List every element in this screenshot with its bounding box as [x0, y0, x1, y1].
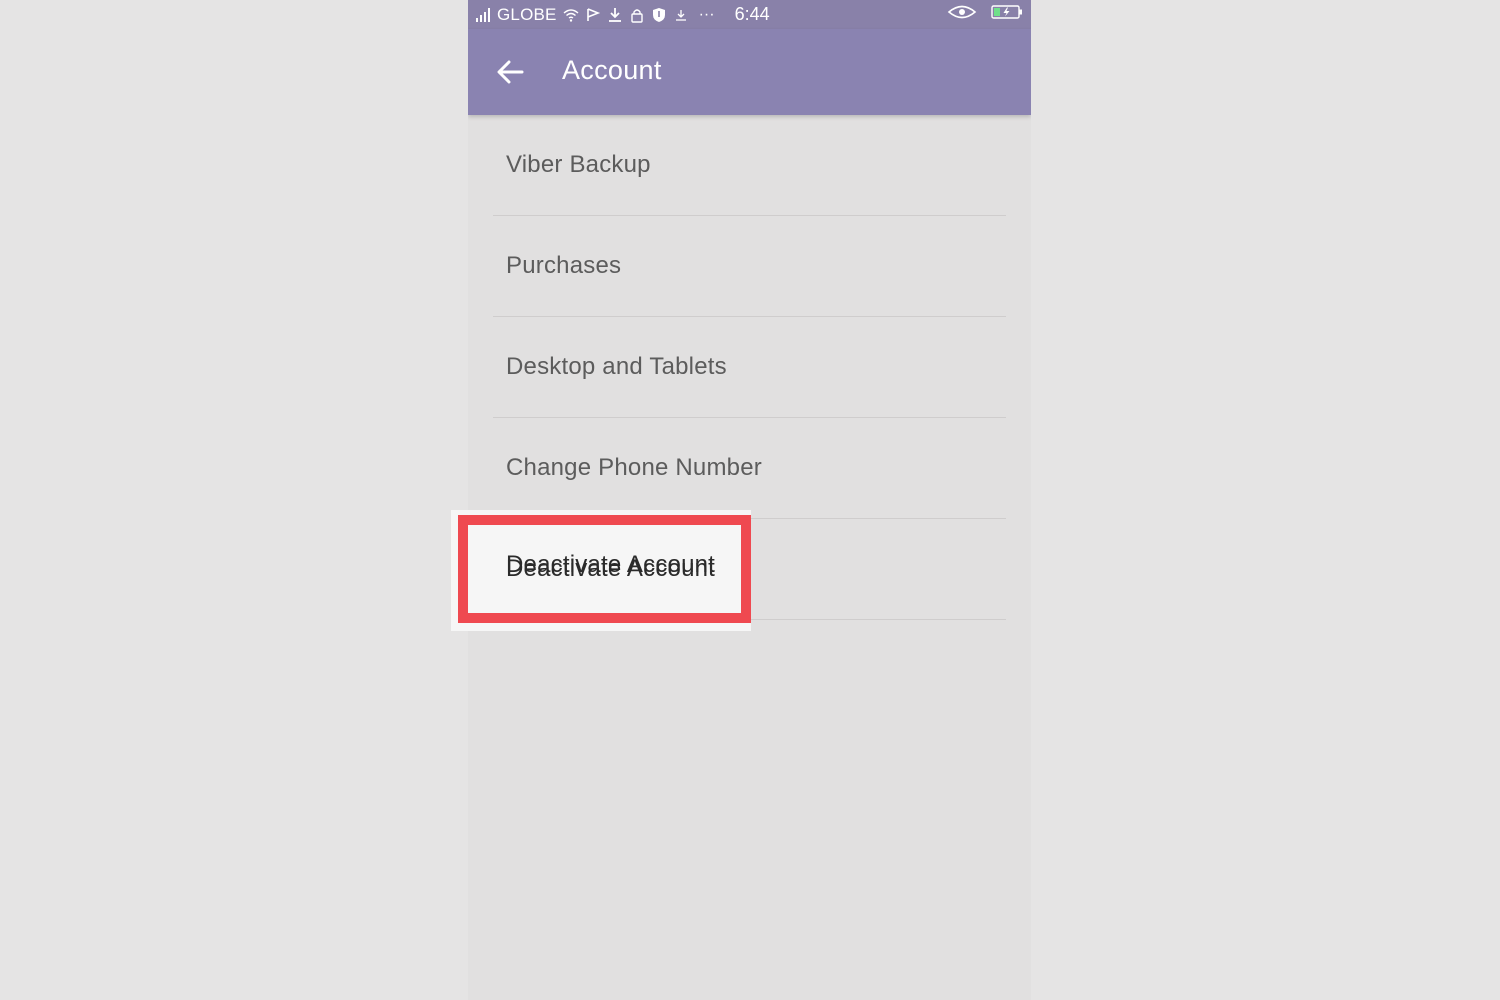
menu-item-viber-backup[interactable]: Viber Backup [493, 115, 1006, 216]
menu-item-change-phone-number[interactable]: Change Phone Number [493, 418, 1006, 519]
arrow-left-icon [497, 60, 524, 84]
flag-icon [586, 7, 600, 21]
download-icon [608, 7, 621, 22]
shield-icon [652, 7, 665, 22]
battery-charging-icon [991, 5, 1022, 19]
wifi-icon [563, 8, 579, 22]
download-small-icon [675, 9, 686, 21]
lock-icon [630, 8, 643, 23]
signal-icon [476, 7, 490, 22]
menu-item-purchases[interactable]: Purchases [493, 216, 1006, 317]
menu-item-label: Viber Backup [506, 151, 651, 178]
menu-item-label: Purchases [506, 252, 622, 279]
menu-item-label: Change Phone Number [506, 454, 762, 481]
phone-screen: GLOBE ··· 6:44 Account Viber Backup Purc… [468, 0, 1031, 1000]
more-dots-icon: ··· [698, 5, 715, 23]
status-right [947, 4, 1023, 20]
deactivate-account-label-overlay[interactable]: Deactivate Account [506, 551, 715, 579]
back-button[interactable] [492, 53, 532, 93]
menu-item-desktop-and-tablets[interactable]: Desktop and Tablets [493, 317, 1006, 418]
menu-item-label: Desktop and Tablets [506, 353, 727, 380]
page-title: Account [562, 55, 662, 85]
status-time: 6:44 [734, 4, 770, 24]
app-bar: Account [468, 29, 1031, 115]
status-left: GLOBE ··· 6:44 [476, 4, 770, 25]
status-bar: GLOBE ··· 6:44 [468, 0, 1031, 29]
carrier-name: GLOBE [497, 4, 557, 24]
eye-icon [947, 5, 977, 19]
